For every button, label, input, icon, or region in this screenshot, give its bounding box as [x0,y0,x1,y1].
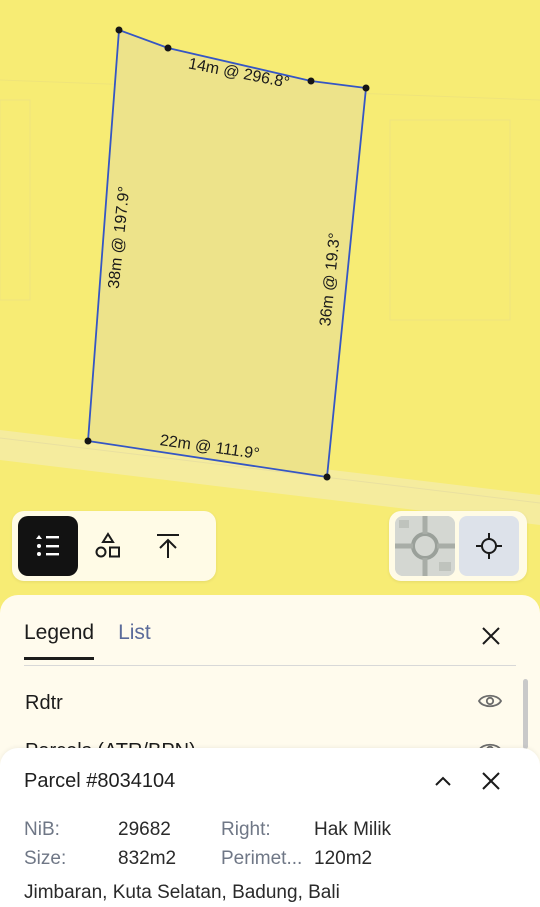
legend-tabs: Legend List [24,621,151,660]
size-label: Size: [24,848,67,869]
chevron-up-icon [435,776,451,786]
parcel-address: Jimbaran, Kuta Selatan, Badung, Bali [24,882,340,903]
shapes-icon [95,532,120,558]
close-icon [482,627,500,645]
parcel-vertex[interactable] [307,77,315,85]
parcel-vertex[interactable] [164,44,172,52]
rdtr-visibility-toggle[interactable] [477,692,503,715]
close-icon [482,772,500,790]
perimeter-label: Perimet... [221,848,303,869]
locate-button[interactable] [459,516,519,576]
crosshair-icon [476,533,502,559]
parcel-vertex[interactable] [362,84,370,92]
list-icon [36,535,59,556]
parcel-vertex[interactable] [115,26,123,34]
map-toolbar [12,511,216,581]
shapes-button[interactable] [78,516,138,576]
upload-icon [157,534,179,558]
parcel-close-button[interactable] [480,770,502,797]
legend-row-rdtr: Rdtr [25,692,63,714]
right-label: Right: [221,819,271,840]
parcel-info-panel: Parcel #8034104 NiB: 29682 Right: Hak Mi… [0,748,540,907]
perimeter-value: 120m2 [314,848,373,869]
tab-legend[interactable]: Legend [24,621,95,660]
tab-list[interactable]: List [118,621,151,660]
size-value: 832m2 [118,848,177,869]
legend-scrollbar[interactable] [523,679,528,749]
export-button[interactable] [138,516,198,576]
legend-button[interactable] [18,516,78,576]
parcel-title: Parcel #8034104 [24,770,176,792]
legend-close-button[interactable] [480,625,502,652]
satellite-layer-button[interactable] [395,516,455,576]
right-value: Hak Milik [314,819,392,840]
parcel-vertex[interactable] [323,473,331,481]
satellite-thumbnail [395,516,455,576]
eye-icon [477,694,503,708]
map-view-controls [389,511,527,581]
nib-value: 29682 [118,819,171,840]
nib-label: NiB: [24,819,60,840]
tabs-divider [24,665,516,666]
collapse-button[interactable] [432,770,454,797]
parcel-vertex[interactable] [84,437,92,445]
